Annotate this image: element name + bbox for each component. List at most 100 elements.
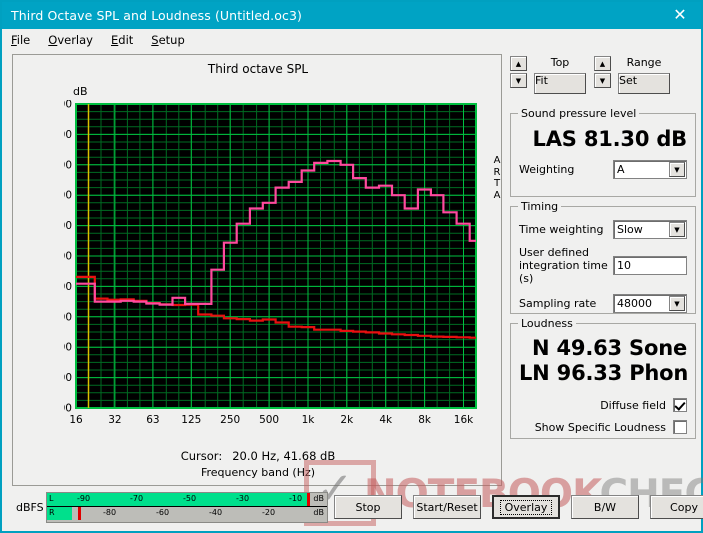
- svg-text:89.00: 89.00: [64, 100, 72, 111]
- fit-button[interactable]: Fit: [534, 73, 586, 94]
- menu-mnemonic: O: [48, 32, 58, 47]
- menu-label: ile: [16, 32, 31, 47]
- weighting-select[interactable]: A ▼: [613, 160, 687, 179]
- integration-time-row: User defined integration time (s) 10: [519, 246, 687, 285]
- weighting-label: Weighting: [519, 163, 575, 176]
- timing-legend: Timing: [518, 200, 562, 213]
- range-spinner-down-icon[interactable]: ▼: [594, 73, 611, 88]
- top-control-group: ▲ ▼ Top Fit: [510, 56, 586, 94]
- svg-text:2k: 2k: [340, 414, 354, 426]
- level-meter-left-channel: L: [49, 494, 54, 503]
- svg-text:32: 32: [108, 414, 121, 426]
- title-bar: Third Octave SPL and Loudness (Untitled.…: [2, 2, 701, 29]
- level-meter-tick: -80: [103, 508, 117, 517]
- range-spinner[interactable]: ▲ ▼: [594, 56, 611, 88]
- svg-text:57.00: 57.00: [64, 220, 72, 232]
- integration-time-label-line2: integration time (s): [519, 259, 608, 285]
- y-axis-unit-label: dB: [73, 85, 88, 98]
- plot-area[interactable]: 89.00 81.00 73.00 65.00 57.00 49.00 41.00 33.00…: [64, 100, 488, 430]
- time-weighting-label: Time weighting: [519, 223, 604, 236]
- close-icon[interactable]: ✕: [665, 4, 695, 26]
- menu-item-setup[interactable]: Setup: [142, 31, 194, 49]
- svg-text:73.00: 73.00: [64, 159, 72, 171]
- top-spinner[interactable]: ▲ ▼: [510, 56, 527, 88]
- stop-button[interactable]: Stop: [334, 495, 402, 519]
- specific-loudness-checkbox[interactable]: [673, 420, 687, 434]
- integration-time-input[interactable]: 10: [613, 256, 687, 275]
- menu-item-overlay[interactable]: Overlay: [39, 31, 102, 49]
- svg-text:25.00: 25.00: [64, 342, 72, 354]
- x-axis-title: Frequency band (Hz): [200, 466, 316, 479]
- svg-text:1k: 1k: [302, 414, 316, 426]
- bw-button[interactable]: B/W: [571, 495, 639, 519]
- top-spinner-up-icon[interactable]: ▲: [510, 56, 527, 71]
- set-button[interactable]: Set: [618, 73, 670, 94]
- menu-label: etup: [158, 32, 185, 47]
- svg-text:65.00: 65.00: [64, 190, 72, 202]
- range-labels: Range Set: [618, 56, 670, 94]
- sampling-rate-row: Sampling rate 48000 ▼: [519, 294, 687, 313]
- overlay-button[interactable]: Overlay: [492, 495, 560, 519]
- level-meter-tick: -50: [183, 494, 197, 503]
- svg-text:125: 125: [181, 414, 201, 426]
- scale-controls: ▲ ▼ Top Fit ▲ ▼ Range Set: [510, 56, 696, 104]
- sampling-rate-label: Sampling rate: [519, 297, 597, 310]
- menu-item-edit[interactable]: Edit: [102, 31, 142, 49]
- spl-value: LAS 81.30 dB: [532, 127, 688, 151]
- level-meter-right-peak: [77, 507, 81, 520]
- copy-button-label: Copy: [670, 500, 698, 514]
- overlay-button-label: Overlay: [499, 499, 553, 515]
- dbfs-label: dBFS: [16, 501, 44, 514]
- level-meter-tick: -10: [289, 494, 303, 503]
- specific-loudness-label: Show Specific Loudness: [534, 420, 666, 434]
- menu-item-file[interactable]: File: [2, 31, 39, 49]
- level-meter[interactable]: L -90 -70 -50 -30 -10 dB R -80 -60 -40 -…: [46, 492, 328, 523]
- weighting-value: A: [617, 163, 625, 176]
- svg-text:16: 16: [69, 414, 83, 426]
- action-button-row: Stop Start/Reset Overlay B/W Copy: [334, 495, 703, 519]
- weighting-row: Weighting A ▼: [519, 160, 687, 179]
- spl-plot[interactable]: 89.00 81.00 73.00 65.00 57.00 49.00 41.00 33.00…: [64, 100, 488, 430]
- chart-panel: Third octave SPL dB 89.00 81.00 73.00 65.00…: [12, 54, 502, 486]
- level-meter-tick: -90: [77, 494, 91, 503]
- integration-time-label-line1: User defined: [519, 246, 589, 259]
- arta-letter: A: [493, 155, 501, 166]
- level-meter-left-row: L -90 -70 -50 -30 -10 dB: [47, 493, 327, 507]
- time-weighting-select[interactable]: Slow ▼: [613, 220, 687, 239]
- cursor-value: 20.0 Hz, 41.68 dB: [232, 449, 336, 463]
- sampling-rate-value: 48000: [617, 297, 652, 310]
- range-label: Range: [626, 56, 662, 69]
- cursor-readout: Cursor: 20.0 Hz, 41.68 dB: [13, 449, 503, 463]
- svg-text:49.00: 49.00: [64, 251, 72, 263]
- diffuse-field-row: Diffuse field: [519, 398, 687, 412]
- sampling-rate-select[interactable]: 48000 ▼: [613, 294, 687, 313]
- application-window: Third Octave SPL and Loudness (Untitled.…: [0, 0, 703, 533]
- svg-text:8k: 8k: [418, 414, 432, 426]
- range-spinner-up-icon[interactable]: ▲: [594, 56, 611, 71]
- menu-mnemonic: S: [151, 32, 159, 47]
- diffuse-field-checkbox[interactable]: [673, 398, 687, 412]
- start-reset-button[interactable]: Start/Reset: [413, 495, 481, 519]
- svg-text:16k: 16k: [454, 414, 474, 426]
- top-spinner-down-icon[interactable]: ▼: [510, 73, 527, 88]
- loudness-legend: Loudness: [518, 317, 576, 330]
- copy-button[interactable]: Copy: [650, 495, 703, 519]
- sound-pressure-level-group: Sound pressure level LAS 81.30 dB Weight…: [510, 107, 696, 197]
- chevron-down-icon[interactable]: ▼: [669, 222, 685, 237]
- range-control-group: ▲ ▼ Range Set: [594, 56, 670, 94]
- chart-title: Third octave SPL: [207, 62, 309, 76]
- stop-button-label: Stop: [355, 500, 381, 514]
- integration-time-label: User defined integration time (s): [519, 246, 613, 285]
- loudness-phon-value: LN 96.33 Phon: [519, 361, 689, 385]
- chevron-down-icon[interactable]: ▼: [669, 296, 685, 311]
- time-weighting-value: Slow: [617, 223, 643, 236]
- chevron-down-icon[interactable]: ▼: [669, 162, 685, 177]
- svg-text:41.00: 41.00: [64, 281, 72, 293]
- svg-text:63: 63: [146, 414, 159, 426]
- start-reset-button-label: Start/Reset: [416, 500, 478, 514]
- loudness-group: Loudness N 49.63 Sone LN 96.33 Phon Diff…: [510, 317, 696, 439]
- menu-bar: File Overlay Edit Setup: [2, 29, 701, 50]
- level-meter-right-row: R -80 -60 -40 -20 dB: [47, 507, 327, 521]
- level-meter-left-peak: [307, 493, 311, 506]
- arta-letter: R: [493, 166, 501, 178]
